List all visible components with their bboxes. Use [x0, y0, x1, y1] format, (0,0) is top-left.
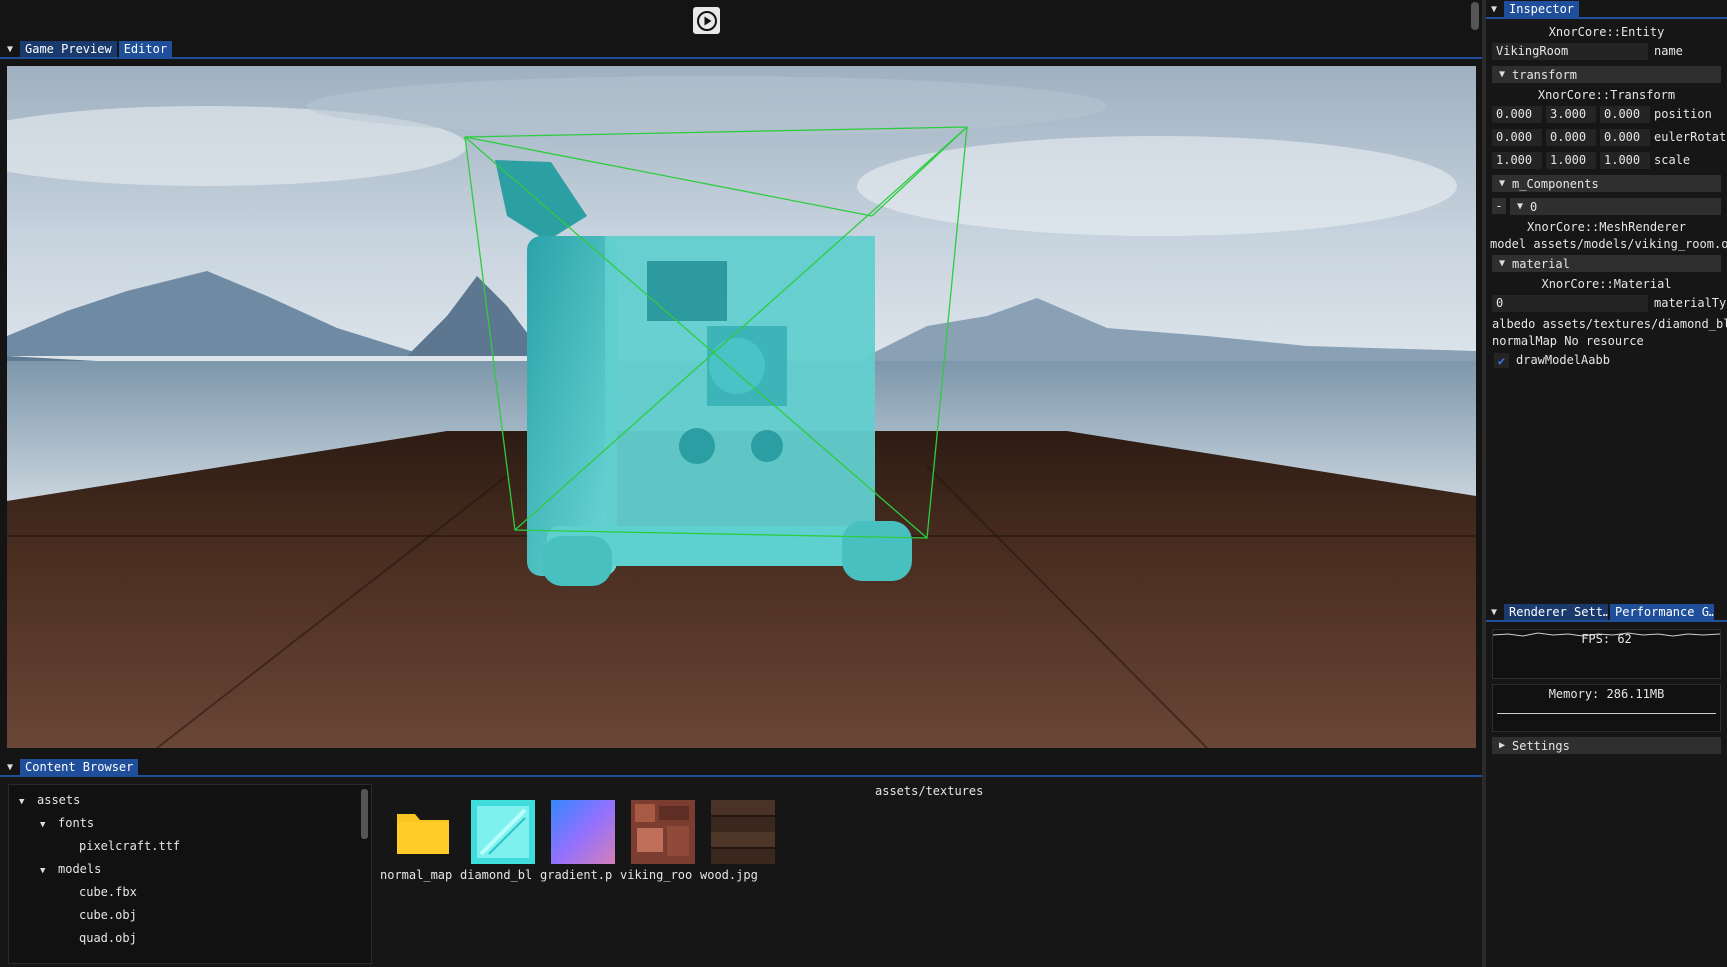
memory-text: Memory: 286.11MB	[1548, 687, 1665, 701]
remove-component-button[interactable]: -	[1492, 198, 1506, 214]
tree-leaf-cube-fbx[interactable]: cube.fbx	[79, 883, 137, 901]
toolbar-scrollbar[interactable]	[1471, 2, 1479, 30]
material-type: XnorCore::Material	[1541, 277, 1672, 291]
material-type-label: materialTy	[1654, 296, 1726, 310]
tab-inspector[interactable]: Inspector	[1504, 0, 1580, 18]
expand-arrow-icon: ▼	[19, 797, 25, 807]
euler-y-field[interactable]: 0.000	[1546, 129, 1596, 146]
collapse-arrow-icon: ▼	[1498, 178, 1506, 189]
viking-room-texture-thumbnail	[631, 800, 695, 864]
inspector-panel: ▼ Inspector XnorCore::Entity VikingRoom …	[1486, 0, 1727, 600]
viewport-tabbar: ▼ Game Preview Editor	[2, 40, 173, 58]
components-header[interactable]: ▼ m_Components	[1492, 175, 1721, 192]
performance-panel: ▼ Renderer Sett… Performance G… FPS: 62 …	[1486, 601, 1727, 967]
file-name: normal_map	[380, 868, 453, 882]
tab-game-preview[interactable]: Game Preview	[20, 40, 117, 58]
settings-header[interactable]: ▶ Settings	[1492, 737, 1721, 754]
file-item-normal-map[interactable]: normal_map	[380, 800, 458, 890]
position-y-field[interactable]: 3.000	[1546, 106, 1596, 123]
mesh-renderer-type: XnorCore::MeshRenderer	[1527, 220, 1686, 234]
play-circle-icon	[696, 10, 717, 31]
current-path: assets/textures	[875, 784, 984, 798]
transform-type: XnorCore::Transform	[1537, 88, 1676, 102]
draw-aabb-checkbox[interactable]: ✔	[1494, 353, 1509, 368]
tab-content-browser[interactable]: Content Browser	[20, 758, 139, 776]
file-item-wood[interactable]: wood.jpg	[700, 800, 778, 890]
file-item-gradient[interactable]: gradient.p	[540, 800, 618, 890]
model-path-row[interactable]: model assets/models/viking_room.o	[1490, 235, 1727, 253]
material-header[interactable]: ▼ material	[1492, 255, 1721, 272]
scale-z-field[interactable]: 1.000	[1600, 152, 1650, 169]
expand-arrow-icon: ▼	[40, 820, 46, 830]
file-name: wood.jpg	[700, 868, 758, 882]
perf-tabbar: ▼ Renderer Sett… Performance G…	[1486, 603, 1714, 621]
tab-performance-graph[interactable]: Performance G…	[1610, 603, 1714, 621]
tab-underline	[1486, 620, 1727, 622]
tab-renderer-settings[interactable]: Renderer Sett…	[1504, 603, 1608, 621]
wood-texture-thumbnail	[711, 800, 775, 864]
tree-leaf-pixelcraft[interactable]: pixelcraft.ttf	[79, 837, 180, 855]
diamond-texture-thumbnail	[471, 800, 535, 864]
position-x-field[interactable]: 0.000	[1492, 106, 1542, 123]
normal-map-row[interactable]: normalMap No resource	[1492, 332, 1727, 350]
position-z-field[interactable]: 0.000	[1600, 106, 1650, 123]
file-name: diamond_bl	[460, 868, 533, 882]
scene-viewport[interactable]	[7, 66, 1476, 748]
material-type-field[interactable]: 0	[1492, 295, 1648, 312]
inspector-tabbar: ▼ Inspector	[1486, 0, 1580, 18]
collapse-arrow-icon: ▼	[1498, 258, 1506, 269]
expand-arrow-icon: ▼	[40, 866, 46, 876]
tree-node-assets[interactable]: ▼ assets	[19, 791, 80, 809]
tab-editor[interactable]: Editor	[118, 40, 173, 58]
collapse-arrow-icon: ▼	[1498, 69, 1506, 80]
tree-leaf-quad-obj[interactable]: quad.obj	[79, 929, 137, 947]
tree-node-fonts[interactable]: ▼ fonts	[40, 814, 94, 832]
draw-aabb-label: drawModelAabb	[1516, 353, 1610, 367]
collapse-arrow-icon[interactable]: ▼	[2, 41, 18, 57]
fps-text: FPS: 62	[1581, 632, 1632, 646]
file-item-viking-room[interactable]: viking_roo	[620, 800, 698, 890]
fps-graph: FPS: 62	[1492, 629, 1721, 679]
tab-underline	[1486, 17, 1727, 19]
euler-label: eulerRotat	[1654, 130, 1726, 144]
albedo-row[interactable]: albedo assets/textures/diamond_bl	[1492, 315, 1727, 333]
tree-scrollbar[interactable]	[361, 789, 368, 839]
content-browser: ▼ assets ▼ fonts pixelcraft.ttf ▼ models cu…	[0, 777, 1482, 967]
collapse-arrow-icon: ▼	[1516, 201, 1524, 212]
entity-type: XnorCore::Entity	[1548, 25, 1665, 39]
transform-header[interactable]: ▼ transform	[1492, 66, 1721, 83]
name-label: name	[1654, 44, 1683, 58]
file-name: viking_roo	[620, 868, 693, 882]
file-name: gradient.p	[540, 868, 613, 882]
scale-label: scale	[1654, 153, 1691, 167]
collapse-arrow-icon[interactable]: ▼	[2, 759, 18, 775]
play-button[interactable]	[693, 7, 720, 34]
memory-graph: Memory: 286.11MB	[1492, 684, 1721, 732]
collapse-arrow-icon[interactable]: ▼	[1486, 604, 1502, 620]
euler-x-field[interactable]: 0.000	[1492, 129, 1542, 146]
expand-arrow-icon: ▶	[1498, 740, 1506, 751]
gradient-texture-thumbnail	[551, 800, 615, 864]
content-browser-tabbar: ▼ Content Browser	[2, 758, 139, 776]
file-item-diamond[interactable]: diamond_bl	[460, 800, 538, 890]
tree-node-models[interactable]: ▼ models	[40, 860, 101, 878]
folder-icon	[397, 814, 449, 854]
euler-z-field[interactable]: 0.000	[1600, 129, 1650, 146]
memory-line	[1497, 713, 1716, 714]
scale-x-field[interactable]: 1.000	[1492, 152, 1542, 169]
component-0-header[interactable]: ▼ 0	[1510, 198, 1721, 215]
position-label: position	[1654, 107, 1712, 121]
toolbar	[0, 0, 1482, 40]
scene-render	[7, 66, 1476, 748]
scale-y-field[interactable]: 1.000	[1546, 152, 1596, 169]
checkmark-icon: ✔	[1497, 353, 1506, 368]
asset-tree[interactable]: ▼ assets ▼ fonts pixelcraft.ttf ▼ models cu…	[8, 784, 372, 964]
name-field[interactable]: VikingRoom	[1492, 43, 1648, 60]
tab-underline	[0, 57, 1482, 59]
tree-leaf-cube-obj[interactable]: cube.obj	[79, 906, 137, 924]
collapse-arrow-icon[interactable]: ▼	[1486, 1, 1502, 17]
